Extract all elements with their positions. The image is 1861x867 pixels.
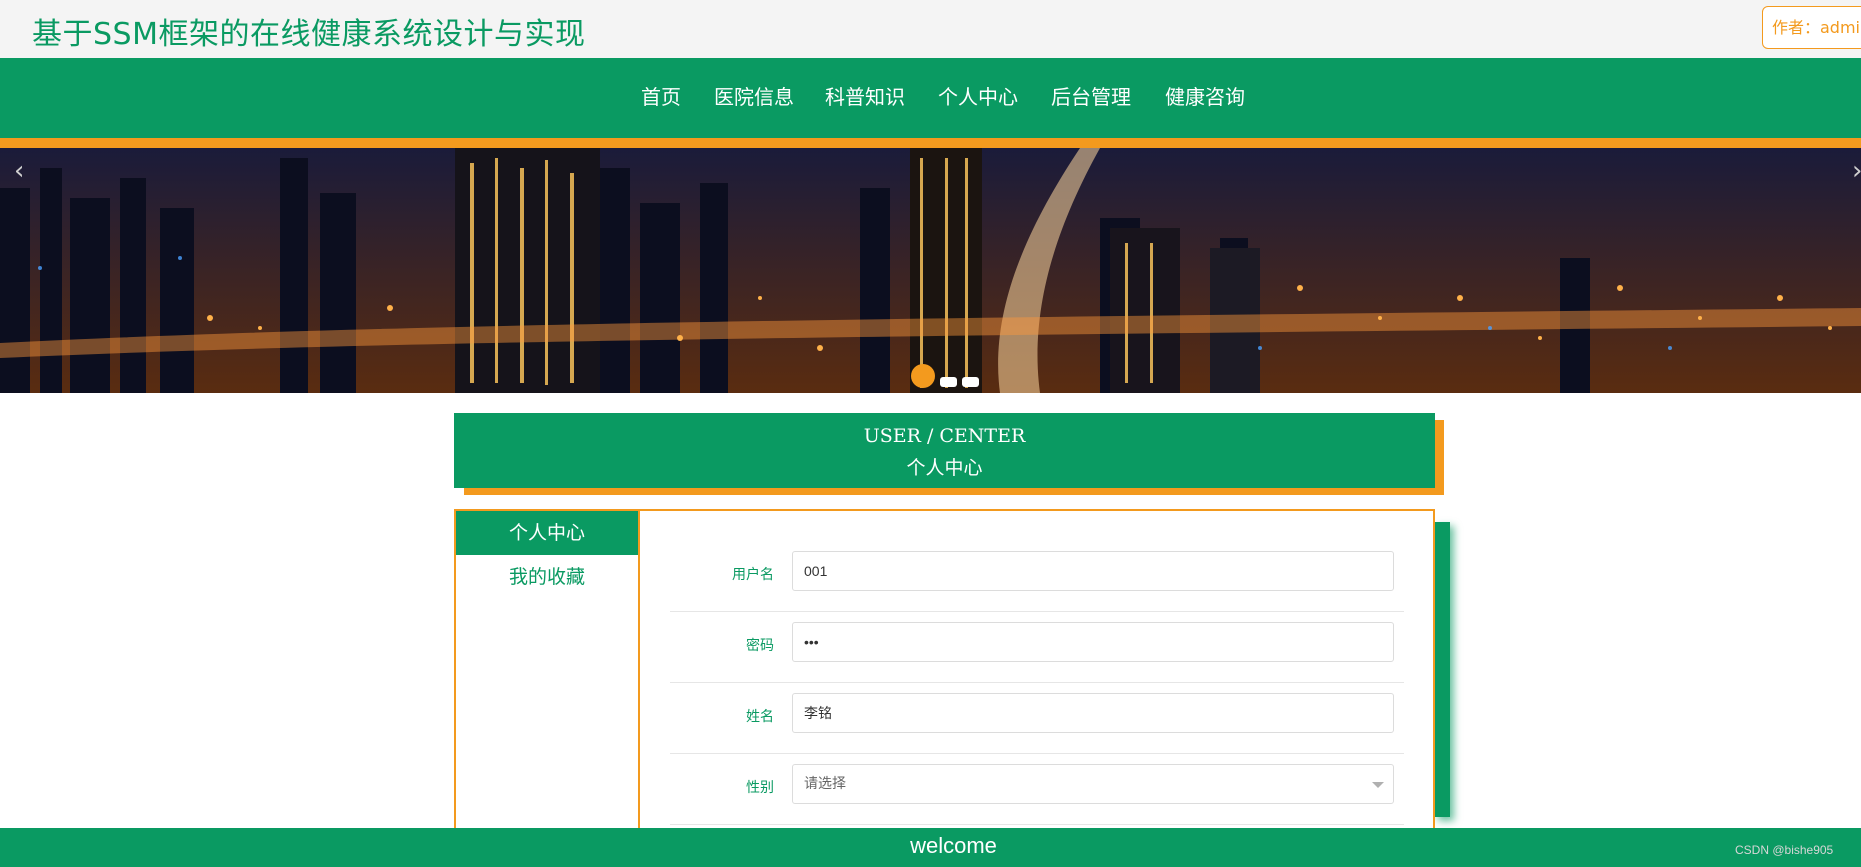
nav-item-health-consult[interactable]: 健康咨询 [1165,81,1245,110]
section-header: USER / CENTER 个人中心 [454,413,1435,488]
gender-select[interactable]: 请选择 [792,764,1394,804]
watermark: CSDN @bishe905 [1735,843,1834,857]
sidebar-divider [638,511,640,841]
gender-select-placeholder: 请选择 [804,776,846,792]
nav-item-personal-center[interactable]: 个人中心 [938,81,1018,110]
form-row-password: 密码 [670,612,1404,683]
name-input[interactable] [792,693,1394,733]
footer: welcome [0,828,1861,867]
gender-label: 性别 [746,780,774,796]
caret-down-icon [1372,782,1384,788]
content-box-shadow [1434,522,1450,817]
password-input[interactable] [792,622,1394,662]
form-row-username: 用户名 [670,541,1404,612]
nav-item-admin[interactable]: 后台管理 [1051,81,1131,110]
name-label: 姓名 [746,709,774,725]
form-row-gender: 性别 请选择 [670,754,1404,825]
username-label: 用户名 [732,567,774,583]
top-header: 基于SSM框架的在线健康系统设计与实现 作者：admin [0,0,1861,58]
carousel-dot-3[interactable] [962,377,979,387]
site-title: 基于SSM框架的在线健康系统设计与实现 [32,17,586,52]
nav-item-science-knowledge[interactable]: 科普知识 [825,81,905,110]
carousel-dot-1[interactable] [911,364,935,388]
section-title-en: USER / CENTER [863,425,1026,447]
author-badge[interactable]: 作者：admin [1762,6,1861,49]
city-night-image [0,148,1861,393]
chevron-left-icon[interactable]: ‹ [14,156,24,186]
form-row-name: 姓名 [670,683,1404,754]
sidebar-item-my-favorites[interactable]: 我的收藏 [456,555,638,599]
chevron-right-icon[interactable]: › [1852,156,1861,186]
footer-text: welcome [910,833,997,858]
nav-accent-strip [0,138,1861,148]
carousel-dot-2[interactable] [940,377,957,387]
main-nav: 首页 医院信息 科普知识 个人中心 后台管理 健康咨询 [0,58,1861,138]
nav-item-home[interactable]: 首页 [641,81,681,110]
section-title-cn: 个人中心 [906,457,983,479]
password-label: 密码 [746,638,774,654]
sidebar-item-personal-center[interactable]: 个人中心 [456,511,638,555]
user-center-panel: 个人中心 我的收藏 用户名 密码 姓名 性别 请选择 [454,509,1435,841]
banner-carousel[interactable]: ‹ › [0,148,1861,393]
nav-item-hospital-info[interactable]: 医院信息 [714,81,794,110]
username-input[interactable] [792,551,1394,591]
